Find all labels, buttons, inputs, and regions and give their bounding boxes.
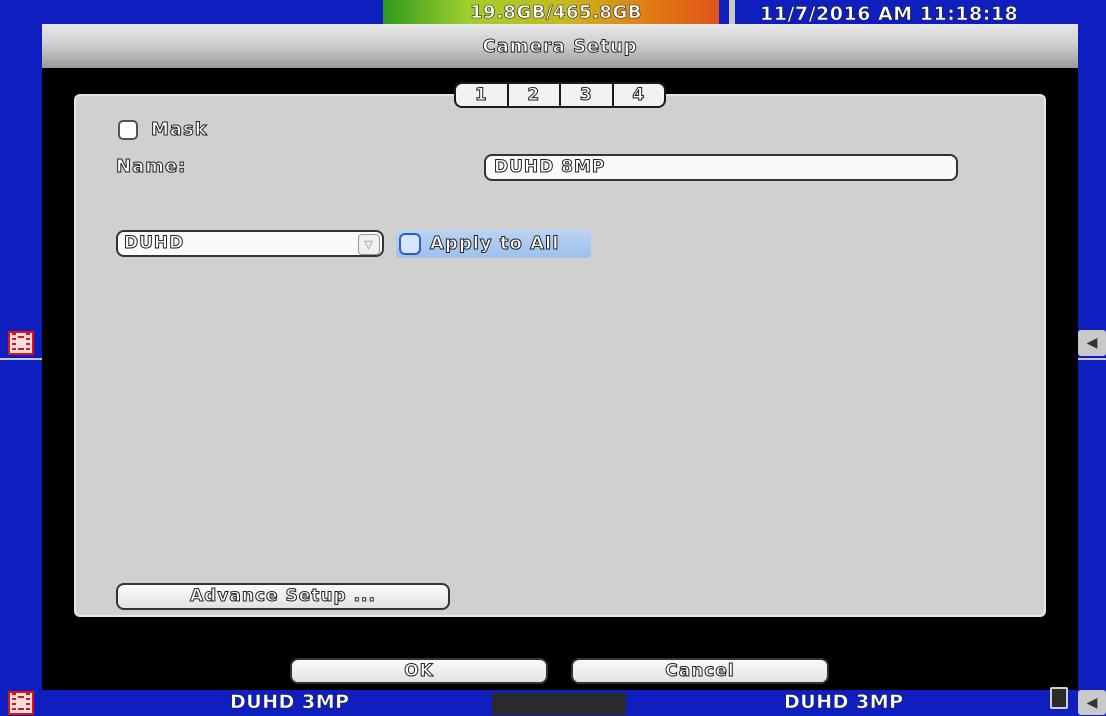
dialog-titlebar: Camera Setup — [42, 24, 1078, 68]
storage-usage-text: 19.8GB/465.8GB — [470, 2, 642, 24]
tab-channel-1[interactable]: 1 — [456, 84, 509, 106]
hdd-icon — [1050, 687, 1068, 709]
tab-channel-2[interactable]: 2 — [509, 84, 561, 106]
storage-usage-bar: 19.8GB/465.8GB — [383, 0, 729, 25]
channel-label-right: DUHD 3MP — [784, 691, 904, 714]
mask-checkbox[interactable] — [118, 120, 138, 140]
film-icon[interactable] — [8, 331, 34, 355]
cancel-button[interactable]: Cancel — [571, 658, 829, 684]
speaker-icon[interactable]: ◀ — [1078, 690, 1106, 715]
camera-type-select[interactable]: DUHD ▽ — [116, 230, 384, 257]
camera-type-value: DUHD — [123, 233, 185, 254]
status-separator — [729, 0, 735, 25]
film-icon[interactable] — [8, 691, 34, 715]
speaker-icon[interactable]: ◀ — [1078, 330, 1106, 356]
name-input[interactable]: DUHD 8MP — [484, 154, 958, 181]
apply-to-all-label: Apply to All — [429, 233, 560, 255]
advance-setup-button[interactable]: Advance Setup ... — [116, 583, 450, 610]
tab-channel-3[interactable]: 3 — [561, 84, 614, 106]
mask-label: Mask — [151, 119, 208, 141]
channel-label-left: DUHD 3MP — [230, 691, 350, 714]
tab-channel-4[interactable]: 4 — [614, 84, 665, 106]
bottom-center-block — [492, 693, 626, 715]
side-divider-left — [0, 358, 42, 360]
ok-button[interactable]: OK — [290, 658, 548, 684]
apply-to-all-checkbox[interactable] — [399, 233, 421, 255]
side-divider-right — [1076, 358, 1106, 360]
channel-tabs: 1 2 3 4 — [454, 82, 666, 108]
chevron-down-icon[interactable]: ▽ — [358, 234, 380, 255]
apply-to-all-toggle[interactable]: Apply to All — [396, 230, 591, 258]
name-label: Name: — [115, 156, 187, 178]
dialog-title: Camera Setup — [482, 36, 638, 58]
